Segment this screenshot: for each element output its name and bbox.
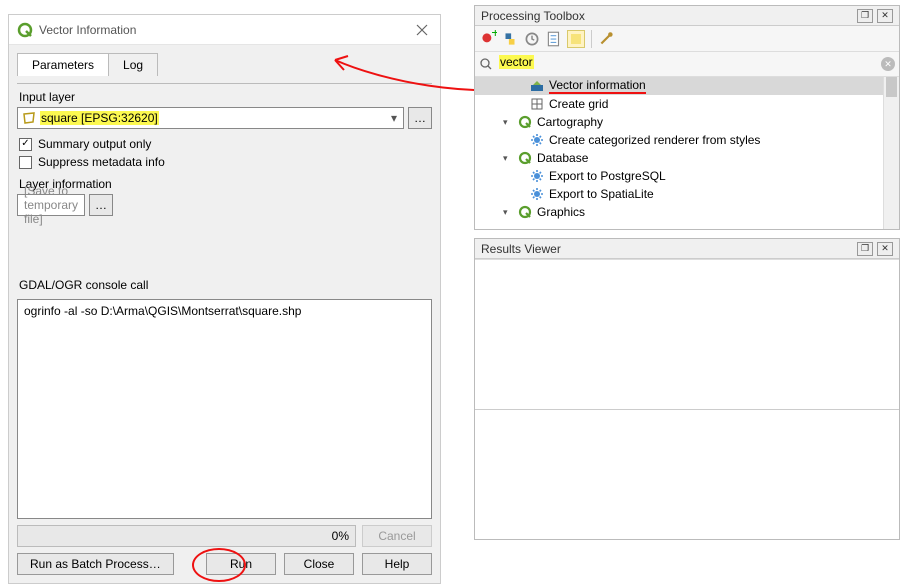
tab-parameters[interactable]: Parameters [17, 53, 109, 76]
search-icon [479, 57, 493, 71]
tree-item[interactable]: Export to SpatiaLite [475, 185, 899, 203]
gear-add-icon[interactable]: + [479, 30, 497, 48]
close-button[interactable]: Close [284, 553, 354, 575]
dialog-titlebar: Vector Information [9, 15, 440, 45]
tree-item-label: Vector information [549, 78, 646, 94]
tree-item[interactable]: Export to PostgreSQL [475, 167, 899, 185]
progress-pct: 0% [332, 529, 349, 543]
tree-item-label: Export to SpatiaLite [549, 187, 654, 201]
search-input[interactable]: vector [497, 55, 877, 73]
input-layer-label: Input layer [19, 90, 432, 104]
suppress-meta-checkbox[interactable]: Suppress metadata info [19, 155, 432, 169]
polygon-layer-icon [22, 111, 36, 125]
tree-item-label: Graphics [537, 205, 585, 219]
vector-information-dialog: Vector Information Parameters Log Input … [8, 14, 441, 584]
checkbox-icon: ✓ [19, 138, 32, 151]
input-layer-value: square [EPSG:32620] [40, 111, 389, 125]
gear-icon [529, 186, 545, 202]
undock-icon[interactable]: ❐ [857, 9, 873, 23]
tree-group[interactable]: ▾ Graphics [475, 203, 899, 221]
edit-model-icon[interactable] [567, 30, 585, 48]
tree-group[interactable]: ▾ Cartography [475, 113, 899, 131]
tree-item-label: Cartography [537, 115, 603, 129]
algorithm-tree[interactable]: Vector information Create grid ▾ Cartograph… [475, 77, 899, 229]
options-icon[interactable] [598, 30, 616, 48]
results-viewer-panel: Results Viewer ❐ ✕ [474, 238, 900, 540]
close-panel-icon[interactable]: ✕ [877, 9, 893, 23]
batch-button[interactable]: Run as Batch Process… [17, 553, 174, 575]
chevron-down-icon: ▾ [503, 153, 513, 164]
tree-item[interactable]: Vector information [475, 77, 899, 95]
svg-text:+: + [491, 30, 497, 40]
scrollbar[interactable] [883, 77, 899, 229]
qgis-icon [17, 22, 33, 38]
console-output[interactable]: ogrinfo -al -so D:\Arma\QGIS\Montserrat\… [17, 299, 432, 519]
qgis-icon [517, 150, 533, 166]
toolbox-title: Processing Toolbox [481, 9, 585, 23]
clear-search-icon[interactable]: ✕ [881, 57, 895, 71]
input-layer-select[interactable]: square [EPSG:32620] ▾ [17, 107, 404, 129]
progress-bar: 0% [17, 525, 356, 547]
tree-item-label: Export to PostgreSQL [549, 169, 666, 183]
dialog-title: Vector Information [39, 23, 412, 37]
results-icon[interactable] [545, 30, 563, 48]
results-title: Results Viewer [481, 242, 561, 256]
dialog-body: Parameters Log Input layer square [EPSG:… [9, 45, 440, 583]
tabs: Parameters Log [17, 53, 432, 76]
checkbox-icon [19, 156, 32, 169]
search-row: vector ✕ [475, 52, 899, 77]
tab-log[interactable]: Log [108, 53, 158, 76]
layer-info-placeholder: [Save to temporary file] [24, 184, 78, 226]
help-button[interactable]: Help [362, 553, 432, 575]
python-icon[interactable] [501, 30, 519, 48]
results-list[interactable] [475, 259, 899, 409]
toolbox-toolbar: + [475, 26, 899, 52]
undock-icon[interactable]: ❐ [857, 242, 873, 256]
grid-icon [529, 96, 545, 112]
qgis-icon [517, 114, 533, 130]
tree-item-label: Create categorized renderer from styles [549, 133, 760, 147]
tree-item[interactable]: Create grid [475, 95, 899, 113]
tree-item[interactable]: Create categorized renderer from styles [475, 131, 899, 149]
toolbox-header: Processing Toolbox ❐ ✕ [475, 6, 899, 26]
close-icon[interactable] [412, 20, 432, 40]
results-header: Results Viewer ❐ ✕ [475, 239, 899, 259]
gear-icon [529, 168, 545, 184]
browse-output-button[interactable]: … [89, 194, 113, 216]
gear-icon [529, 132, 545, 148]
browse-button[interactable]: … [408, 107, 432, 129]
chevron-down-icon: ▾ [503, 117, 513, 128]
tree-item-label: Database [537, 151, 588, 165]
qgis-icon [517, 204, 533, 220]
gdal-icon [529, 78, 545, 94]
summary-only-checkbox[interactable]: ✓ Summary output only [19, 137, 432, 151]
tree-group[interactable]: ▾ Database [475, 149, 899, 167]
close-panel-icon[interactable]: ✕ [877, 242, 893, 256]
run-button[interactable]: Run [206, 553, 276, 575]
chevron-down-icon: ▾ [503, 207, 513, 218]
results-detail[interactable] [475, 409, 899, 539]
console-label: GDAL/OGR console call [19, 278, 432, 292]
summary-only-label: Summary output only [38, 137, 151, 151]
chevron-down-icon: ▾ [389, 111, 399, 125]
cancel-button: Cancel [362, 525, 432, 547]
suppress-meta-label: Suppress metadata info [38, 155, 165, 169]
layer-info-label: Layer information [19, 177, 432, 191]
tree-item-label: Create grid [549, 97, 608, 111]
history-icon[interactable] [523, 30, 541, 48]
layer-info-output[interactable]: [Save to temporary file] [17, 194, 85, 216]
processing-toolbox-panel: Processing Toolbox ❐ ✕ + vector ✕ Vector… [474, 5, 900, 230]
